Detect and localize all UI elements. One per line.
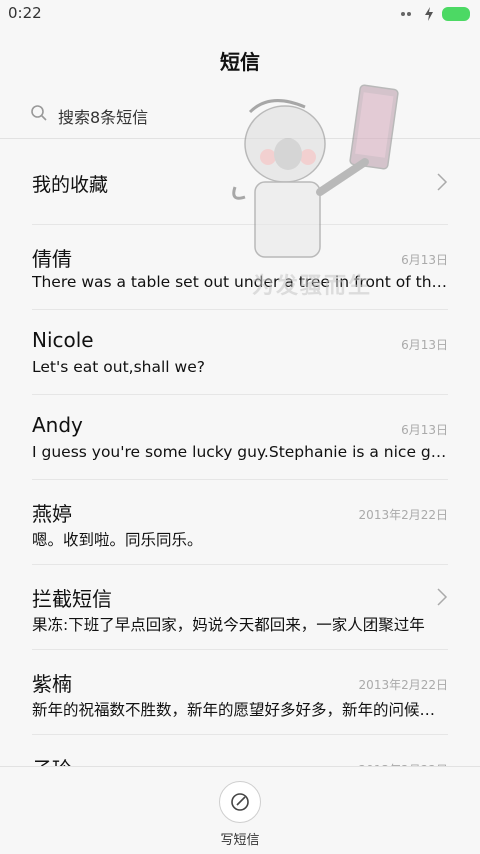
battery-icon [442,7,470,21]
title-bar: 短信 [0,28,480,88]
search-icon [31,105,47,121]
contact-name: 燕婷 [32,502,72,526]
message-date: 6月13日 [401,253,448,267]
contact-name: 拦截短信 [32,587,112,611]
message-date: 6月13日 [401,423,448,437]
message-preview: There was a table set out under a tree i… [32,273,448,291]
search-placeholder: 搜索8条短信 [58,108,149,127]
list-item[interactable]: Nicole 6月13日 Let's eat out,shall we? [32,310,448,395]
message-date: 6月13日 [401,338,448,352]
list-item[interactable]: 紫楠 2013年2月22日 新年的祝福数不胜数，新年的愿望好多好多，新年的问候不… [32,650,448,735]
watermark-text: 为发骚而生 [252,274,373,299]
message-preview: I guess you're some lucky guy.Stephanie … [32,443,448,461]
list-item[interactable]: 燕婷 2013年2月22日 嗯。收到啦。同乐同乐。 [32,480,448,565]
signal-dots-icon [401,12,411,16]
bottom-bar: 写短信 [0,766,480,854]
charging-bolt-icon [425,7,433,21]
status-icons [400,6,470,22]
conversation-list: 我的收藏 倩倩 6月13日 There was a table set out … [0,140,480,820]
status-time: 0:22 [8,4,42,22]
search-bar[interactable]: 搜索8条短信 [0,92,480,139]
chevron-right-icon [437,588,448,606]
list-item[interactable]: 倩倩 6月13日 There was a table set out under… [32,225,448,310]
page-title: 短信 [220,50,260,74]
favorites-label: 我的收藏 [32,174,109,196]
compose-label: 写短信 [220,833,260,848]
contact-name: Nicole [32,328,94,352]
message-preview: Let's eat out,shall we? [32,358,205,376]
contact-name: 倩倩 [32,247,72,271]
contact-name: 紫楠 [32,672,72,696]
message-preview: 新年的祝福数不胜数，新年的愿望好多好多，新年的问候不断 [32,701,448,719]
chevron-right-icon [437,173,448,191]
status-bar: 0:22 [0,0,480,28]
contact-name: Andy [32,413,83,437]
list-item[interactable]: Andy 6月13日 I guess you're some lucky guy… [32,395,448,480]
message-preview: 果冻:下班了早点回家，妈说今天都回来，一家人团聚过年 [32,616,425,634]
blocked-messages-item[interactable]: 拦截短信 果冻:下班了早点回家，妈说今天都回来，一家人团聚过年 [32,565,448,650]
message-date: 2013年2月22日 [358,508,448,522]
favorites-item[interactable]: 我的收藏 [32,140,448,225]
message-date: 2013年2月22日 [358,678,448,692]
compose-button[interactable] [219,781,261,823]
compose-pencil-icon [231,793,249,811]
message-preview: 嗯。收到啦。同乐同乐。 [32,531,203,549]
